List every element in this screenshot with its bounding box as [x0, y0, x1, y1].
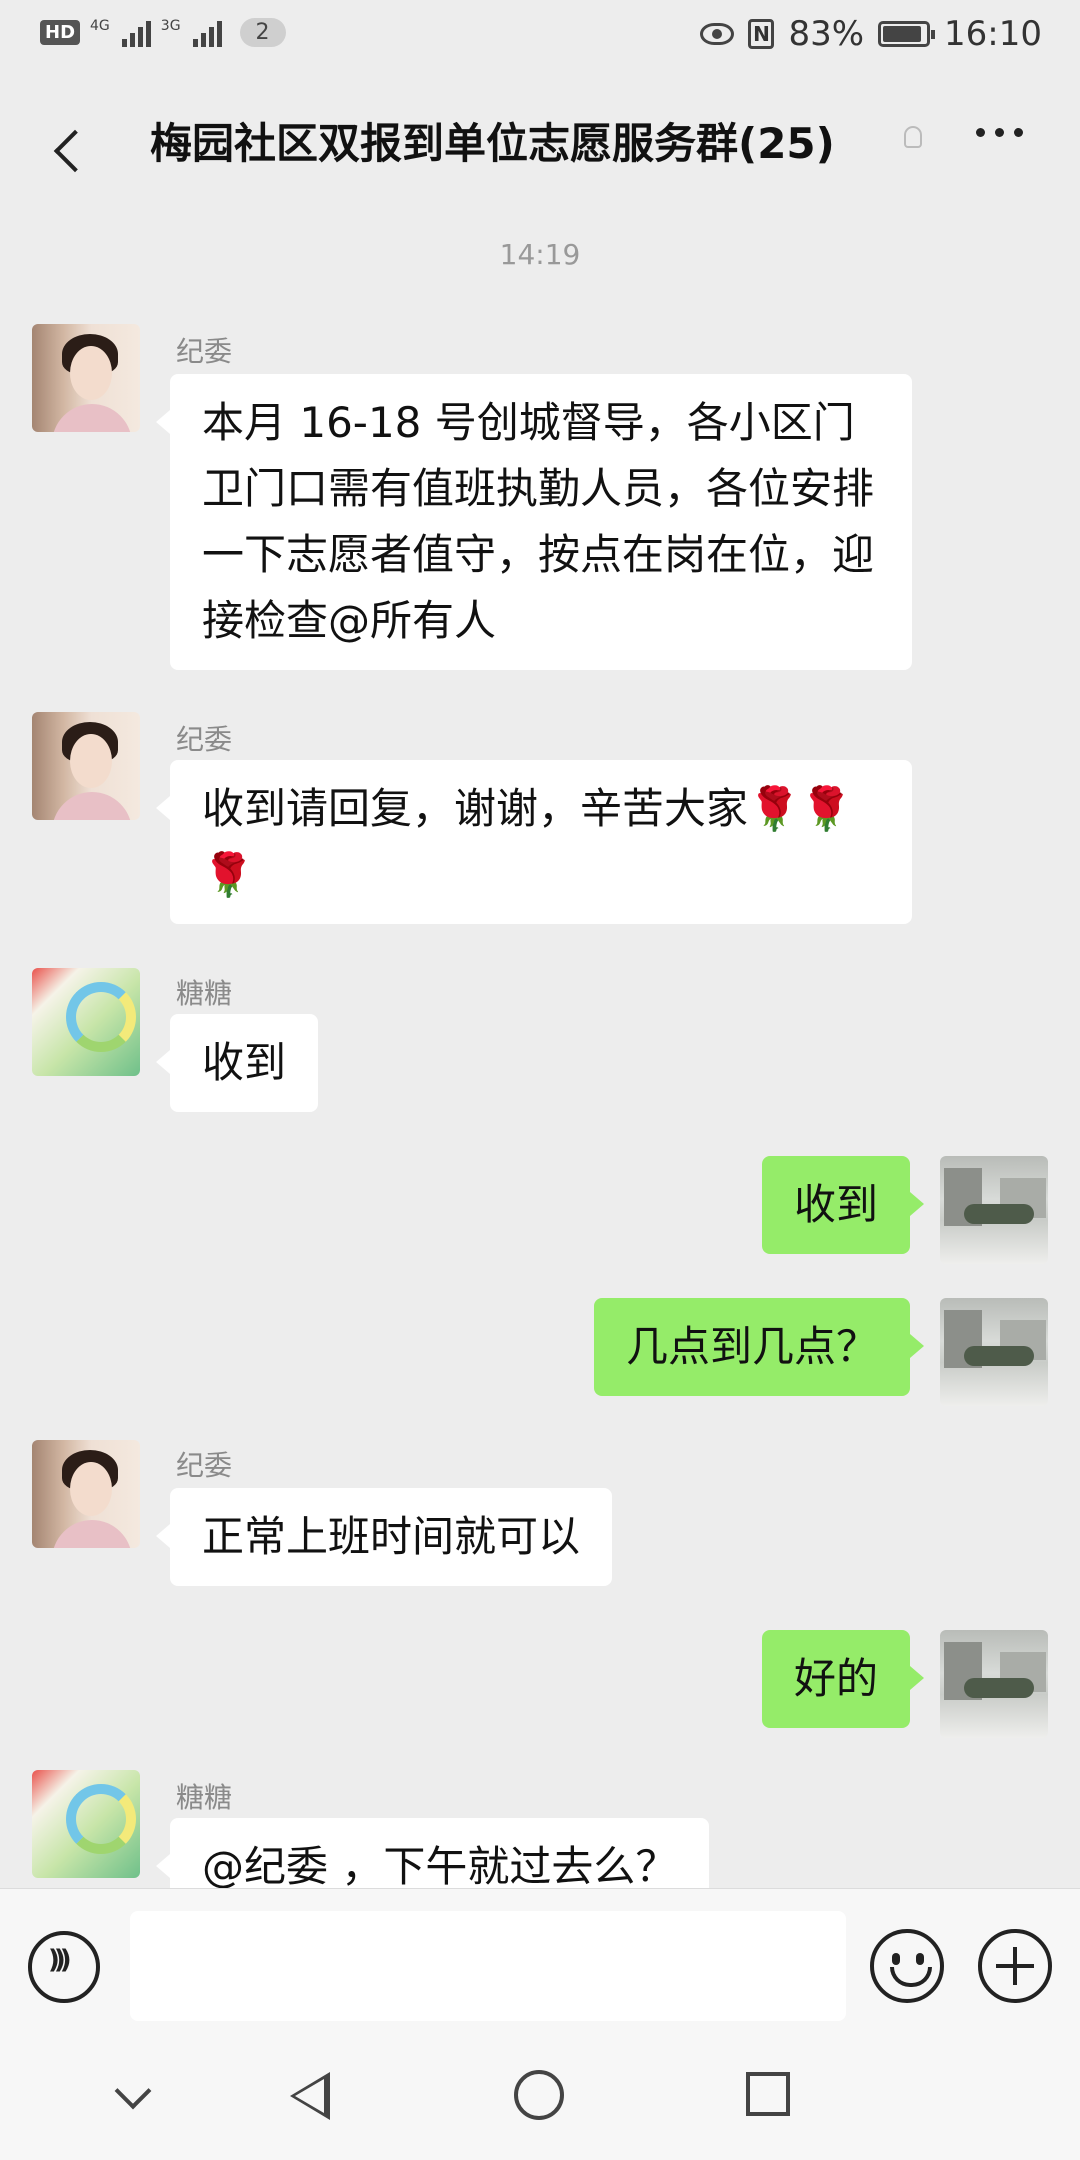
avatar[interactable]	[940, 1630, 1048, 1738]
avatar[interactable]	[32, 968, 140, 1076]
sender-name: 糖糖	[176, 977, 233, 1010]
clock: 16:10	[944, 14, 1042, 54]
avatar[interactable]	[940, 1298, 1048, 1406]
sender-name: 纪委	[176, 1449, 233, 1482]
message-timestamp: 14:19	[499, 238, 581, 271]
message-bubble[interactable]: 正常上班时间就可以	[155, 1488, 613, 1586]
sim2-label: 3G	[160, 18, 181, 34]
avatar[interactable]	[32, 1440, 140, 1548]
sim1-label: 4G	[90, 18, 110, 34]
eye-icon	[700, 23, 735, 45]
nav-recents-icon[interactable]	[746, 2072, 790, 2116]
battery-percent: 83%	[788, 14, 865, 54]
input-bar	[0, 1888, 1080, 2041]
emoji-icon[interactable]	[870, 1929, 944, 2003]
message-bubble[interactable]: 收到请回复，谢谢，辛苦大家🌹🌹🌹	[156, 760, 912, 924]
battery-icon	[878, 21, 936, 47]
sender-name: 纪委	[176, 723, 233, 756]
nfc-icon: N	[748, 19, 775, 49]
back-button[interactable]	[20, 92, 100, 182]
nav-back-icon[interactable]	[290, 2072, 330, 2120]
chevron-down-icon[interactable]	[114, 2072, 152, 2110]
page-title: 梅园社区双报到单位志愿服务群(25)	[150, 119, 835, 168]
message-bubble[interactable]: 几点到几点？	[593, 1298, 925, 1396]
sender-name: 糖糖	[176, 1781, 233, 1814]
status-left: HD 4G 3G 2	[40, 18, 286, 47]
status-bar: HD 4G 3G 2 N 83% 16:10	[0, 0, 1080, 72]
signal-icon	[192, 19, 222, 47]
notification-count: 2	[239, 18, 286, 47]
avatar[interactable]	[940, 1156, 1048, 1264]
mute-icon	[904, 126, 922, 148]
system-nav-bar	[0, 2040, 1080, 2160]
message-bubble[interactable]: 好的	[761, 1630, 925, 1728]
more-button[interactable]	[976, 128, 1023, 137]
message-input[interactable]	[130, 1911, 846, 2021]
signal-icon	[121, 19, 151, 47]
avatar[interactable]	[32, 1770, 140, 1878]
message-bubble[interactable]: 收到	[155, 1014, 319, 1112]
voice-icon[interactable]	[28, 1931, 100, 2003]
plus-icon[interactable]	[978, 1929, 1052, 2003]
avatar[interactable]	[32, 324, 140, 432]
sender-name: 纪委	[176, 335, 233, 368]
chevron-left-icon	[53, 129, 97, 173]
message-bubble[interactable]: 本月 16-18 号创城督导，各小区门卫门口需有值班执勤人员，各位安排一下志愿者…	[156, 374, 912, 670]
message-bubble[interactable]: 收到	[761, 1156, 925, 1254]
nav-home-icon[interactable]	[514, 2070, 564, 2120]
hd-badge: HD	[40, 20, 81, 45]
chat-header: 梅园社区双报到单位志愿服务群(25)	[0, 72, 1080, 202]
status-right: N 83% 16:10	[700, 14, 1042, 54]
avatar[interactable]	[32, 712, 140, 820]
